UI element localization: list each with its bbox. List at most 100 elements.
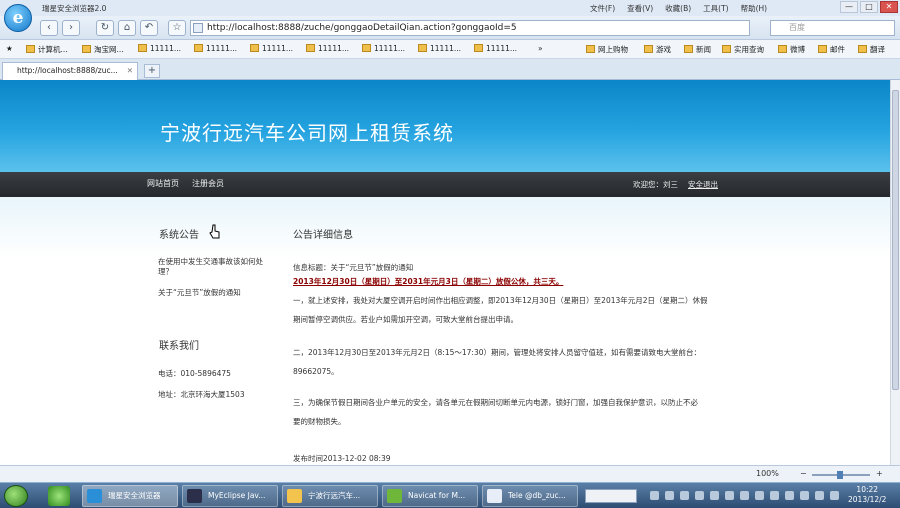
new-tab-button[interactable]: + (144, 64, 160, 78)
fav-news[interactable]: 新闻 (684, 44, 711, 55)
start-icon[interactable] (4, 485, 28, 507)
contact-address: 地址：北京环海大厦1503 (158, 390, 245, 399)
folder-icon (474, 44, 483, 52)
taskbar-item-folder[interactable]: 宁波行远汽车... (282, 485, 378, 507)
menu-file[interactable]: 文件(F) (590, 3, 615, 14)
tab-close-icon[interactable]: ✕ (127, 63, 133, 79)
fav-mail[interactable]: 邮件 (818, 44, 845, 55)
tray-icon[interactable] (755, 491, 764, 500)
tray-icon[interactable] (680, 491, 689, 500)
welcome-text: 欢迎您：刘三 (633, 180, 678, 189)
tab-current[interactable]: http://localhost:8888/zuc... ✕ (2, 62, 138, 80)
tray-icon[interactable] (725, 491, 734, 500)
fav-utilities[interactable]: 实用查询 (722, 44, 764, 55)
contact-phone: 电话：010-5896475 (158, 369, 231, 378)
add-favorite-button[interactable]: ☆ (168, 20, 186, 36)
taskbar-item-navicat[interactable]: Navicat for M... (382, 485, 478, 507)
browser-title-bar: 瑞星安全浏览器2.0 文件(F) 查看(V) 收藏(B) 工具(T) 帮助(H)… (0, 0, 900, 16)
menu-view[interactable]: 查看(V) (627, 3, 653, 14)
logout-link[interactable]: 安全退出 (688, 179, 718, 190)
taskbar-item-table[interactable]: Tele @db_zuc... (482, 485, 578, 507)
fav-item[interactable]: 11111... (194, 44, 237, 53)
navicat-icon (387, 489, 402, 503)
zoom-slider-handle[interactable] (837, 471, 843, 479)
folder-icon (138, 44, 147, 52)
article-summary: 2013年12月30日（星期日）至2031年元月3日（星期二）放假公休，共三天。 (293, 277, 564, 286)
fav-item[interactable]: 淘宝网... (82, 44, 124, 55)
refresh-button[interactable]: ↻ (96, 20, 114, 36)
tray-icon[interactable] (710, 491, 719, 500)
network-icon[interactable] (815, 491, 824, 500)
fav-weibo[interactable]: 微博 (778, 44, 805, 55)
folder-icon (418, 44, 427, 52)
article-paragraph: 要的财物损失。 (293, 417, 346, 426)
page-icon (193, 23, 203, 33)
content-area (0, 197, 890, 465)
fav-item[interactable]: 11111... (474, 44, 517, 53)
menu-tools[interactable]: 工具(T) (703, 3, 728, 14)
contact-heading: 联系我们 (159, 341, 199, 352)
undo-close-button[interactable]: ↶ (140, 20, 158, 36)
tray-icon[interactable] (665, 491, 674, 500)
tray-icon[interactable] (770, 491, 779, 500)
back-button[interactable]: ‹ (40, 20, 58, 36)
tray-icon[interactable] (785, 491, 794, 500)
tray-icon[interactable] (650, 491, 659, 500)
address-input[interactable]: http://localhost:8888/zuche/gonggaoDetai… (190, 20, 750, 36)
minimize-button[interactable]: — (840, 1, 858, 13)
folder-icon (722, 45, 731, 53)
menu-help[interactable]: 帮助(H) (741, 3, 768, 14)
scrollbar-thumb[interactable] (892, 90, 899, 390)
maximize-button[interactable]: □ (860, 1, 878, 13)
zoom-level[interactable]: 100% (756, 469, 779, 478)
volume-icon[interactable] (830, 491, 839, 500)
menu-favorites[interactable]: 收藏(B) (665, 3, 691, 14)
fav-translate[interactable]: 翻译 (858, 44, 885, 55)
app-title: 瑞星安全浏览器2.0 (42, 4, 107, 13)
nav-home-link[interactable]: 网站首页 (147, 178, 179, 189)
fav-shopping[interactable]: 网上购物 (586, 44, 628, 55)
favorites-star-icon[interactable]: ★ (6, 44, 13, 53)
tray-icon[interactable] (740, 491, 749, 500)
tray-icon[interactable] (800, 491, 809, 500)
nav-register-link[interactable]: 注册会员 (192, 178, 224, 189)
zoom-in-button[interactable]: + (876, 469, 883, 478)
folder-icon (26, 45, 35, 53)
home-button[interactable]: ⌂ (118, 20, 136, 36)
folder-icon (82, 45, 91, 53)
fav-item[interactable]: 11111... (362, 44, 405, 53)
search-input[interactable]: 百度 (770, 20, 895, 36)
zoom-out-button[interactable]: − (800, 469, 807, 478)
vertical-scrollbar[interactable] (890, 80, 900, 465)
folder-icon (858, 45, 867, 53)
article-heading: 公告详细信息 (293, 230, 353, 241)
quicklaunch-icon[interactable] (48, 486, 70, 506)
eclipse-icon (187, 489, 202, 503)
folder-icon (586, 45, 595, 53)
tray-icon[interactable] (695, 491, 704, 500)
ie-logo-icon: e (4, 4, 32, 32)
announcement-link[interactable]: 关于“元旦节”放假的通知 (158, 288, 241, 298)
table-icon (487, 489, 502, 503)
fav-games[interactable]: 游戏 (644, 44, 671, 55)
fav-more-button[interactable]: » (538, 44, 543, 53)
input-method-bar[interactable] (585, 489, 637, 503)
site-title: 宁波行远汽车公司网上租赁系统 (160, 121, 454, 145)
system-clock[interactable]: 10:22 2013/12/2 (848, 485, 886, 505)
fav-item[interactable]: 11111... (250, 44, 293, 53)
fav-item[interactable]: 11111... (418, 44, 461, 53)
forward-button[interactable]: › (62, 20, 80, 36)
article-paragraph: 二，2013年12月30日至2013年元月2日（8:15～17:30）期间，管理… (293, 348, 701, 357)
fav-item[interactable]: 11111... (306, 44, 349, 53)
taskbar-item-browser[interactable]: 瑞星安全浏览器 (82, 485, 178, 507)
folder-icon (778, 45, 787, 53)
announcement-link[interactable]: 在使用中发生交通事故该如何处理？ (158, 257, 268, 277)
tab-strip: http://localhost:8888/zuc... ✕ + (0, 59, 900, 80)
folder-icon (287, 489, 302, 503)
taskbar-item-myeclipse[interactable]: MyEclipse Jav... (182, 485, 278, 507)
close-window-button[interactable]: ✕ (880, 1, 898, 13)
zoom-slider[interactable] (812, 471, 870, 479)
fav-item[interactable]: 11111... (138, 44, 181, 53)
fav-item[interactable]: 计算机... (26, 44, 68, 55)
ie-icon (87, 489, 102, 503)
